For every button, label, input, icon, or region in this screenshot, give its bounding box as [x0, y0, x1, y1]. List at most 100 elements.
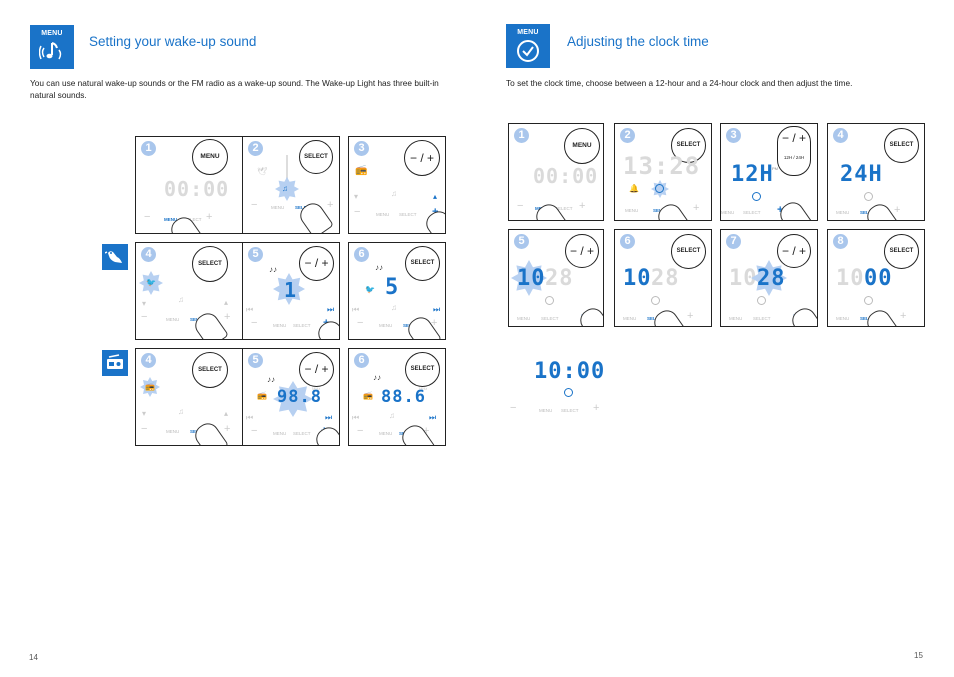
music-note-icon: ♫ — [389, 411, 395, 420]
minus-control[interactable]: − — [251, 317, 257, 329]
step-number: 5 — [248, 353, 263, 368]
minus-control[interactable]: − — [357, 425, 363, 437]
plus-control[interactable]: + — [900, 310, 906, 322]
menu-control[interactable]: MENU — [379, 431, 392, 436]
minus-control[interactable]: − — [357, 317, 363, 329]
section-intro-clock-time: To set the clock time, choose between a … — [506, 78, 853, 88]
minus-control[interactable]: − — [141, 423, 147, 435]
sound-waves-icon: ♪♪ — [269, 265, 277, 274]
menu-control[interactable]: MENU — [836, 210, 849, 215]
clock-step-box-7: 7 − / + 10 28 MENU SELECT + — [720, 229, 818, 327]
frequency-unit: MHz — [312, 386, 321, 391]
minus-control[interactable]: − — [517, 200, 523, 212]
finger-icon — [649, 306, 689, 326]
menu-control[interactable]: MENU — [273, 323, 286, 328]
minutes-display: 00 — [864, 266, 893, 291]
minus-plus-button[interactable]: − / + — [565, 234, 599, 268]
plus-control[interactable]: + — [693, 202, 699, 214]
minus-control[interactable]: − — [251, 199, 257, 211]
plus-control[interactable]: + — [579, 200, 585, 212]
music-note-icon: ♫ — [391, 303, 397, 312]
select-control[interactable]: SELECT — [293, 323, 311, 328]
page-number-right: 15 — [914, 651, 923, 660]
step-number: 1 — [514, 128, 529, 143]
bird-icon: 🐦 — [146, 278, 156, 287]
sound-number-display: 1 — [284, 278, 298, 302]
select-button[interactable]: SELECT — [192, 246, 228, 282]
clock-step-box-2: 2 SELECT 13:28 🔔 MENU SELECT + — [614, 123, 712, 221]
clock-icon — [864, 192, 873, 201]
sound-number-display: 5 — [385, 275, 400, 300]
step-number: 3 — [354, 141, 369, 156]
select-button[interactable]: SELECT — [884, 234, 919, 269]
select-button[interactable]: SELECT — [671, 234, 706, 269]
menu-control[interactable]: MENU — [539, 408, 552, 413]
plus-control[interactable]: + — [894, 204, 900, 216]
select-button[interactable]: SELECT — [192, 352, 228, 388]
up-arrow-icon: ▴ — [224, 409, 229, 418]
minus-control[interactable]: − — [510, 402, 516, 414]
minutes-display: 28 — [651, 266, 680, 291]
select-control[interactable]: SELECT — [561, 408, 579, 413]
select-control[interactable]: SELECT — [541, 316, 559, 321]
clock-icon — [545, 296, 554, 305]
step-number: 5 — [248, 247, 263, 262]
plus-control[interactable]: + — [327, 199, 333, 211]
menu-control[interactable]: MENU — [166, 429, 179, 434]
minus-control[interactable]: − — [251, 425, 257, 437]
next-icon: ⏭ — [327, 305, 335, 314]
menu-control[interactable]: MENU — [166, 317, 179, 322]
menu-control[interactable]: MENU — [271, 205, 284, 210]
music-note-icon: ♫ — [391, 189, 397, 198]
menu-control[interactable]: MENU — [623, 316, 636, 321]
clock-step-box-3: 3 − / + 12H / 24H 12H PM MENU SELECT + — [720, 123, 818, 221]
step-number: 6 — [620, 234, 635, 249]
select-control[interactable]: SELECT — [399, 212, 417, 217]
minus-control[interactable]: − — [141, 311, 147, 323]
menu-button[interactable]: MENU — [192, 139, 228, 175]
plus-control[interactable]: + — [224, 311, 230, 323]
finger-icon — [575, 304, 603, 326]
plus-control[interactable]: + — [687, 310, 693, 322]
plus-control[interactable]: + — [206, 211, 212, 223]
clock-display: 00:00 — [164, 177, 230, 201]
minus-plus-button[interactable]: − / + — [299, 246, 334, 281]
menu-button[interactable]: MENU — [564, 128, 600, 164]
menu-control[interactable]: MENU — [273, 431, 286, 436]
select-control[interactable]: SELECT — [743, 210, 761, 215]
select-control[interactable]: SELECT — [753, 316, 771, 321]
section-title-wake-up-sound: Setting your wake-up sound — [89, 34, 257, 49]
select-button[interactable]: SELECT — [405, 246, 440, 281]
select-button[interactable]: SELECT — [299, 140, 333, 174]
menu-control[interactable]: MENU — [376, 212, 389, 217]
previous-icon: ⏮ — [352, 305, 360, 314]
step-number: 2 — [620, 128, 635, 143]
step-number: 4 — [141, 353, 156, 368]
step-number: 6 — [354, 353, 369, 368]
sound-waves-icon: ♪♪ — [373, 373, 381, 382]
menu-control[interactable]: MENU — [379, 323, 392, 328]
radio-icon: 📻 — [363, 391, 373, 400]
minus-plus-label: − / + — [781, 131, 807, 145]
minus-control[interactable]: − — [354, 206, 360, 218]
select-button[interactable]: SELECT — [884, 128, 919, 163]
minus-control[interactable]: − — [144, 211, 150, 223]
step-number: 6 — [354, 247, 369, 262]
minus-plus-button[interactable]: − / + — [777, 234, 811, 268]
plus-control[interactable]: + — [224, 423, 230, 435]
menu-control[interactable]: MENU — [729, 316, 742, 321]
menu-control[interactable]: MENU — [517, 316, 530, 321]
up-arrow-icon: ▴ — [224, 298, 229, 307]
select-control[interactable]: SELECT — [293, 431, 311, 436]
menu-control[interactable]: MENU — [836, 316, 849, 321]
select-button[interactable]: SELECT — [405, 352, 440, 387]
finger-icon — [862, 306, 902, 326]
minus-plus-button[interactable]: − / + — [299, 352, 334, 387]
hours-display: 10 — [517, 266, 546, 291]
plus-control[interactable]: + — [593, 402, 599, 414]
minus-plus-12h-24h-button[interactable]: − / + 12H / 24H — [777, 126, 811, 176]
step-number: 8 — [833, 234, 848, 249]
minus-plus-button[interactable]: − / + — [404, 140, 440, 176]
menu-control[interactable]: MENU — [721, 210, 734, 215]
menu-control[interactable]: MENU — [625, 208, 638, 213]
